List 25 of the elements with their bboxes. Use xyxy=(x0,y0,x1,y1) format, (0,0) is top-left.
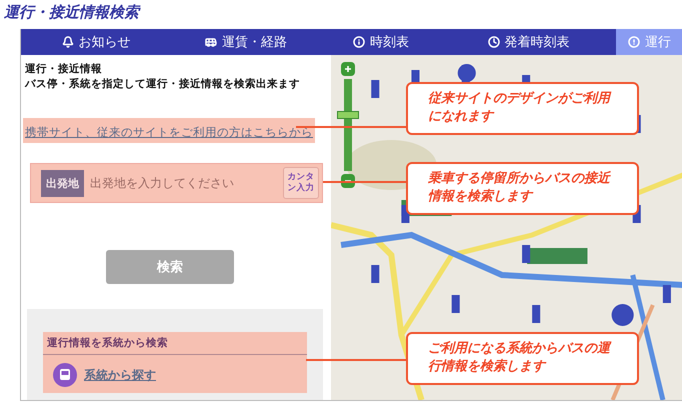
callout: ご利用になる系統からバスの運行情報を検索します xyxy=(406,332,639,385)
nav-tab[interactable]: 運行 xyxy=(616,29,682,55)
legacy-site-link[interactable]: 携帯サイト、従来のサイトをご利用の方はこちらから xyxy=(25,125,313,139)
nav-tab[interactable]: 運賃・経路 xyxy=(171,29,321,55)
clock-icon xyxy=(488,36,500,48)
easy-input-button[interactable]: カンタン入力 xyxy=(283,167,319,199)
departure-field[interactable]: 出発地 出発地を入力してください カンタン入力 xyxy=(30,163,323,203)
bell-icon xyxy=(62,36,74,48)
bus-icon xyxy=(205,36,217,48)
bus-icon xyxy=(53,363,77,387)
info-heading: 運行・接近情報 xyxy=(24,62,103,77)
field-label: 出発地 xyxy=(41,170,84,196)
nav-tab[interactable]: 時刻表 xyxy=(321,29,441,55)
callout: 従来サイトのデザインがご利用になれます xyxy=(406,82,639,135)
alert-icon xyxy=(628,36,640,48)
info-description: バス停・系統を指定して運行・接近情報を検索出来ます xyxy=(24,77,301,92)
page-title: 運行・接近情報検索 xyxy=(3,2,142,23)
section-heading: 運行情報を系統から検索 xyxy=(43,334,307,355)
zoom-in-icon[interactable] xyxy=(341,62,355,76)
callout: 乗車する停留所からバスの接近情報を検索します xyxy=(406,162,639,215)
route-search-link[interactable]: 系統から探す xyxy=(84,366,156,384)
nav-tab[interactable]: お知らせ xyxy=(21,29,171,55)
nav-tab[interactable]: 発着時刻表 xyxy=(441,29,616,55)
info-icon xyxy=(353,36,365,48)
slider-thumb[interactable] xyxy=(337,111,359,120)
